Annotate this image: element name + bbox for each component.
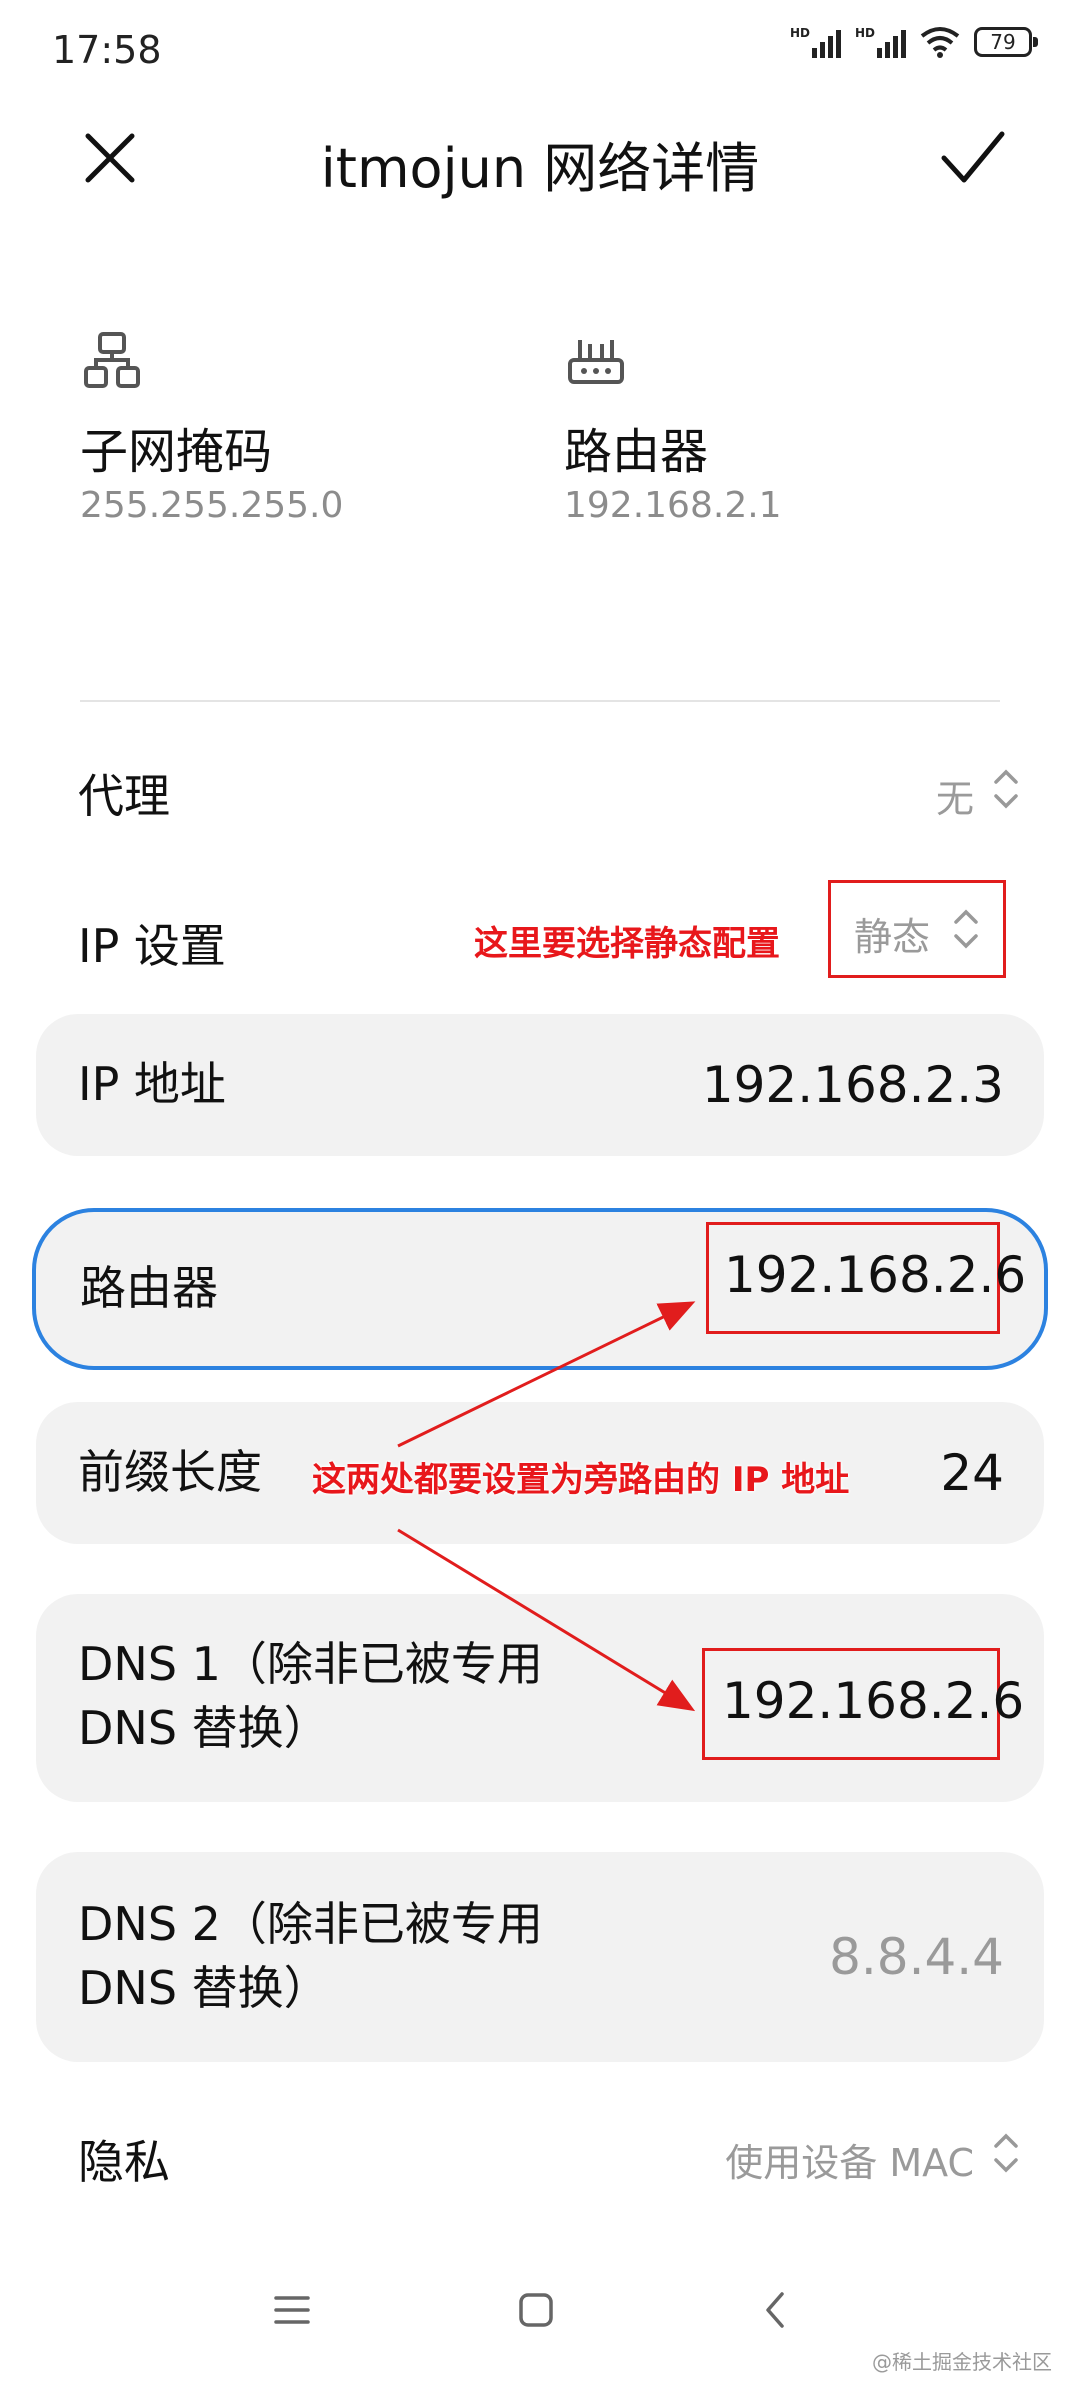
footer-watermark: @稀土掘金技术社区: [872, 2350, 1052, 2374]
home-icon[interactable]: [516, 2290, 556, 2330]
annotation-arrows: [397, 1301, 696, 1712]
menu-icon[interactable]: [272, 2290, 312, 2330]
arrow-to-dns1: [397, 1528, 696, 1712]
arrow-to-gateway: [397, 1301, 696, 1448]
system-nav-bar: [0, 2260, 1080, 2360]
back-icon[interactable]: [756, 2290, 796, 2330]
